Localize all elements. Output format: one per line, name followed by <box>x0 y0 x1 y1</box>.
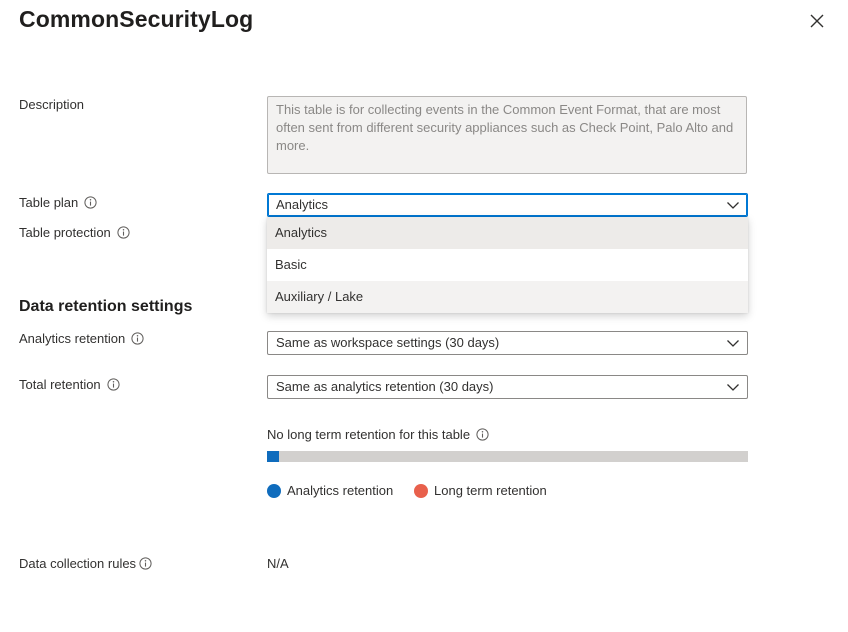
legend-long-term: Long term retention <box>414 483 547 498</box>
total-retention-dropdown[interactable]: Same as analytics retention (30 days) <box>267 375 748 399</box>
info-icon[interactable] <box>107 378 120 391</box>
info-icon[interactable] <box>476 428 489 441</box>
table-plan-selected: Analytics <box>276 197 329 212</box>
section-title-data-retention: Data retention settings <box>19 298 193 315</box>
retention-bar-analytics-fill <box>267 451 279 462</box>
panel-title: CommonSecurityLog <box>19 6 254 32</box>
description-label: Description <box>19 97 85 112</box>
option-basic[interactable]: Basic <box>267 249 748 281</box>
analytics-retention-label: Analytics retention <box>19 331 144 346</box>
total-retention-value: Same as analytics retention (30 days) <box>276 379 494 394</box>
info-icon[interactable] <box>84 196 97 209</box>
legend-dot-analytics <box>267 483 281 498</box>
analytics-retention-value: Same as workspace settings (30 days) <box>276 335 500 350</box>
chevron-down-icon <box>727 384 739 391</box>
legend-analytics: Analytics retention <box>267 483 393 498</box>
table-plan-label: Table plan <box>19 195 97 210</box>
option-auxiliary-lake[interactable]: Auxiliary / Lake <box>267 281 748 313</box>
retention-bar-track <box>267 451 748 462</box>
analytics-retention-dropdown[interactable]: Same as workspace settings (30 days) <box>267 331 748 355</box>
chevron-down-icon <box>727 340 739 347</box>
info-icon[interactable] <box>131 332 144 345</box>
close-icon[interactable] <box>806 10 828 32</box>
info-icon[interactable] <box>139 557 152 570</box>
description-field: This table is for collecting events in t… <box>267 96 747 174</box>
close-button[interactable] <box>806 10 828 32</box>
retention-summary: No long term retention for this table <box>267 427 489 442</box>
info-icon[interactable] <box>117 226 130 239</box>
table-protection-label: Table protection <box>19 225 130 240</box>
chevron-down-icon <box>727 202 739 209</box>
table-plan-options-list: Analytics Basic Auxiliary / Lake <box>267 217 748 313</box>
legend-dot-long-term <box>414 483 428 498</box>
data-collection-rules-label: Data collection rules <box>19 556 152 571</box>
option-analytics[interactable]: Analytics <box>267 217 748 249</box>
table-plan-dropdown[interactable]: Analytics <box>267 193 748 217</box>
total-retention-label: Total retention <box>19 377 120 392</box>
data-collection-rules-value: N/A <box>267 556 289 571</box>
